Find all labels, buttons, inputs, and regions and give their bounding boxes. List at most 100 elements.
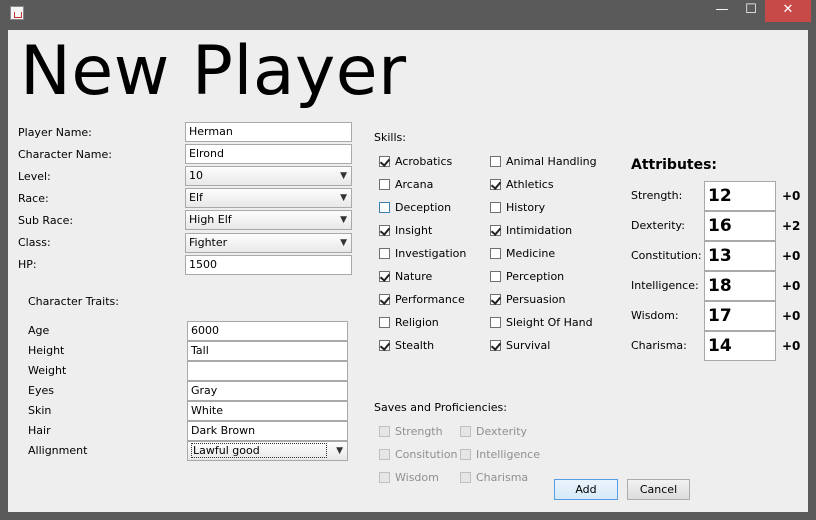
skill-sleight-of-hand-checkbox[interactable]: Sleight Of Hand	[490, 315, 593, 331]
alignment-select[interactable]: Lawful good ▼	[187, 441, 348, 461]
checkbox-checked-icon	[490, 179, 501, 190]
attribute-wisdom-modifier: +0	[782, 309, 801, 323]
skill-athletics-checkbox[interactable]: Athletics	[490, 177, 554, 193]
save-charisma-checkbox: Charisma	[460, 470, 528, 486]
skill-label: Survival	[506, 339, 551, 352]
attribute-constitution-label: Constitution:	[631, 249, 702, 262]
cancel-button[interactable]: Cancel	[627, 479, 690, 500]
maximize-button[interactable]: ☐	[736, 0, 766, 22]
skill-persuasion-checkbox[interactable]: Persuasion	[490, 292, 565, 308]
checkbox-icon	[490, 156, 501, 167]
checkbox-checked-icon	[490, 225, 501, 236]
hp-field[interactable]: 1500	[185, 255, 352, 275]
close-button[interactable]: ✕	[765, 0, 811, 22]
skill-medicine-checkbox[interactable]: Medicine	[490, 246, 555, 262]
race-select[interactable]: Elf ▼	[185, 188, 352, 208]
checkbox-icon	[490, 202, 501, 213]
skill-performance-checkbox[interactable]: Performance	[379, 292, 465, 308]
skill-label: Intimidation	[506, 224, 573, 237]
attribute-strength-label: Strength:	[631, 189, 683, 202]
skill-label: Performance	[395, 293, 465, 306]
skill-investigation-checkbox[interactable]: Investigation	[379, 246, 466, 262]
hp-label: HP:	[18, 258, 37, 271]
class-value: Fighter	[189, 236, 228, 249]
attribute-charisma-modifier: +0	[782, 339, 801, 353]
skill-history-checkbox[interactable]: History	[490, 200, 545, 216]
attribute-charisma-field[interactable]: 14	[704, 331, 776, 361]
skill-label: Persuasion	[506, 293, 566, 306]
skill-survival-checkbox[interactable]: Survival	[490, 338, 550, 354]
skill-religion-checkbox[interactable]: Religion	[379, 315, 439, 331]
skill-label: Investigation	[395, 247, 467, 260]
skill-acrobatics-checkbox[interactable]: Acrobatics	[379, 154, 452, 170]
page-title: New Player	[20, 32, 407, 111]
skill-label: Acrobatics	[395, 155, 453, 168]
attribute-intelligence-field[interactable]: 18	[704, 271, 776, 301]
checkbox-icon	[379, 472, 390, 483]
save-label: Strength	[395, 425, 443, 438]
skill-label: Deception	[395, 201, 452, 214]
attribute-intelligence-modifier: +0	[782, 279, 801, 293]
eyes-label: Eyes	[28, 384, 54, 397]
attributes-heading: Attributes:	[631, 157, 718, 173]
skill-arcana-checkbox[interactable]: Arcana	[379, 177, 433, 193]
saves-heading: Saves and Proficiencies:	[374, 401, 507, 414]
attribute-strength-field[interactable]: 12	[704, 181, 776, 211]
chevron-down-icon: ▼	[340, 193, 347, 203]
skill-stealth-checkbox[interactable]: Stealth	[379, 338, 434, 354]
character-traits-heading: Character Traits:	[28, 295, 119, 308]
skill-insight-checkbox[interactable]: Insight	[379, 223, 432, 239]
checkbox-checked-icon	[379, 340, 390, 351]
attribute-dexterity-modifier: +2	[782, 219, 801, 233]
skill-nature-checkbox[interactable]: Nature	[379, 269, 432, 285]
skill-deception-checkbox[interactable]: Deception	[379, 200, 451, 216]
eyes-field[interactable]: Gray	[187, 381, 348, 401]
skills-heading: Skills:	[374, 131, 406, 144]
skill-animal-handling-checkbox[interactable]: Animal Handling	[490, 154, 597, 170]
chevron-down-icon: ▼	[340, 171, 347, 181]
minimize-button[interactable]: —	[707, 0, 737, 22]
skill-label: Animal Handling	[506, 155, 597, 168]
weight-field[interactable]	[187, 361, 348, 381]
character-name-label: Character Name:	[18, 148, 112, 161]
skill-label: Athletics	[506, 178, 554, 191]
subrace-label: Sub Race:	[18, 214, 74, 227]
level-select[interactable]: 10 ▼	[185, 166, 352, 186]
save-intelligence-checkbox: Intelligence	[460, 447, 540, 463]
race-label: Race:	[18, 192, 49, 205]
attribute-dexterity-field[interactable]: 16	[704, 211, 776, 241]
skin-field[interactable]: White	[187, 401, 348, 421]
skill-label: Stealth	[395, 339, 435, 352]
skill-label: Religion	[395, 316, 439, 329]
player-name-field[interactable]: Herman	[185, 122, 352, 142]
checkbox-icon	[460, 449, 471, 460]
skill-intimidation-checkbox[interactable]: Intimidation	[490, 223, 572, 239]
attribute-intelligence-label: Intelligence:	[631, 279, 699, 292]
attribute-constitution-field[interactable]: 13	[704, 241, 776, 271]
attribute-strength-modifier: +0	[782, 189, 801, 203]
hair-field[interactable]: Dark Brown	[187, 421, 348, 441]
attribute-wisdom-field[interactable]: 17	[704, 301, 776, 331]
checkbox-icon	[460, 472, 471, 483]
save-label: Intelligence	[476, 448, 541, 461]
add-button[interactable]: Add	[554, 479, 618, 500]
checkbox-icon	[490, 248, 501, 259]
class-select[interactable]: Fighter ▼	[185, 233, 352, 253]
save-label: Consitution	[395, 448, 458, 461]
height-field[interactable]: Tall	[187, 341, 348, 361]
age-field[interactable]: 6000	[187, 321, 348, 341]
save-dexterity-checkbox: Dexterity	[460, 424, 527, 440]
save-label: Dexterity	[476, 425, 528, 438]
subrace-select[interactable]: High Elf ▼	[185, 210, 352, 230]
class-label: Class:	[18, 236, 51, 249]
dialog-content: New Player Player Name: Herman Character…	[8, 30, 808, 512]
checkbox-icon	[379, 449, 390, 460]
player-name-label: Player Name:	[18, 126, 92, 139]
character-name-field[interactable]: Elrond	[185, 144, 352, 164]
skill-label: Nature	[395, 270, 433, 283]
checkbox-icon	[379, 426, 390, 437]
save-label: Charisma	[476, 471, 529, 484]
skill-perception-checkbox[interactable]: Perception	[490, 269, 564, 285]
level-label: Level:	[18, 170, 51, 183]
save-label: Wisdom	[395, 471, 439, 484]
